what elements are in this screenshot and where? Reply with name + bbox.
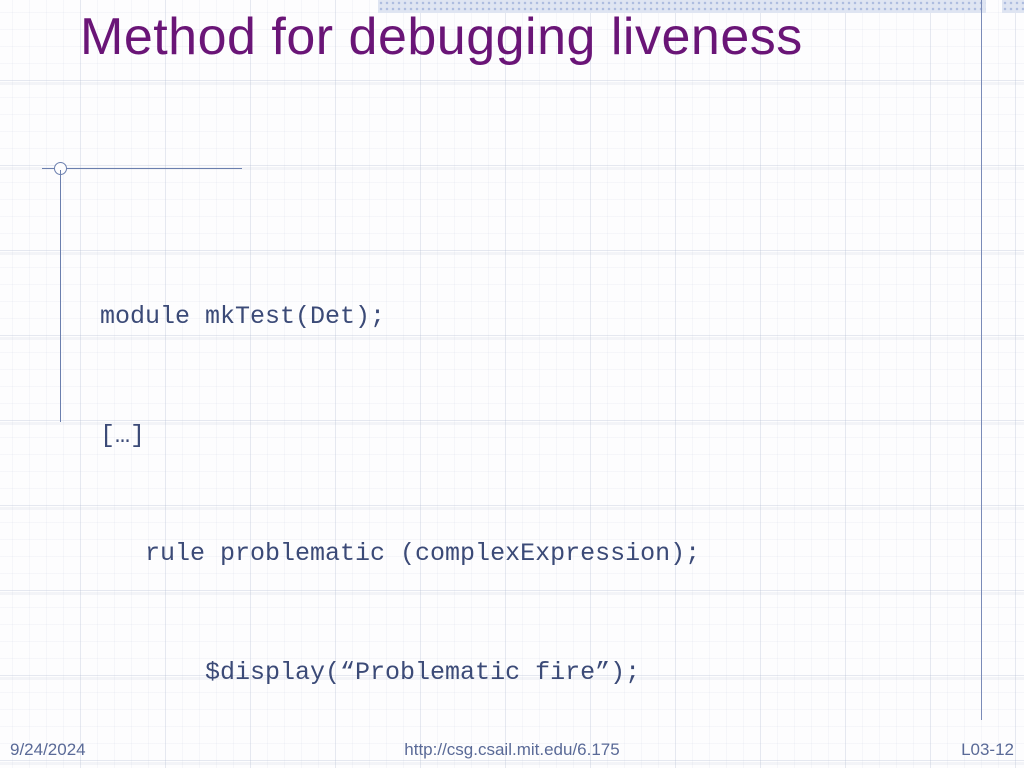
footer-url: http://csg.csail.mit.edu/6.175 bbox=[0, 740, 1024, 760]
code-block: module mkTest(Det); […] rule problematic… bbox=[100, 218, 940, 768]
footer-page-number: L03-12 bbox=[961, 740, 1014, 760]
ornament-tick bbox=[42, 168, 54, 169]
top-texture-band-right bbox=[1002, 0, 1024, 13]
slide-title: Method for debugging liveness bbox=[80, 6, 910, 69]
slide-footer: 9/24/2024 http://csg.csail.mit.edu/6.175… bbox=[0, 734, 1024, 760]
right-margin-line bbox=[981, 0, 982, 720]
ornament-vertical-stem bbox=[60, 170, 61, 422]
code-line: module mkTest(Det); bbox=[100, 297, 940, 337]
code-line: rule problematic (complexExpression); bbox=[100, 534, 940, 574]
slide: Method for debugging liveness module mkT… bbox=[0, 0, 1024, 768]
code-line: […] bbox=[100, 416, 940, 456]
ornament-line bbox=[60, 168, 242, 169]
code-line: $display(“Problematic fire”); bbox=[100, 653, 940, 693]
title-underline-ornament bbox=[42, 158, 242, 188]
